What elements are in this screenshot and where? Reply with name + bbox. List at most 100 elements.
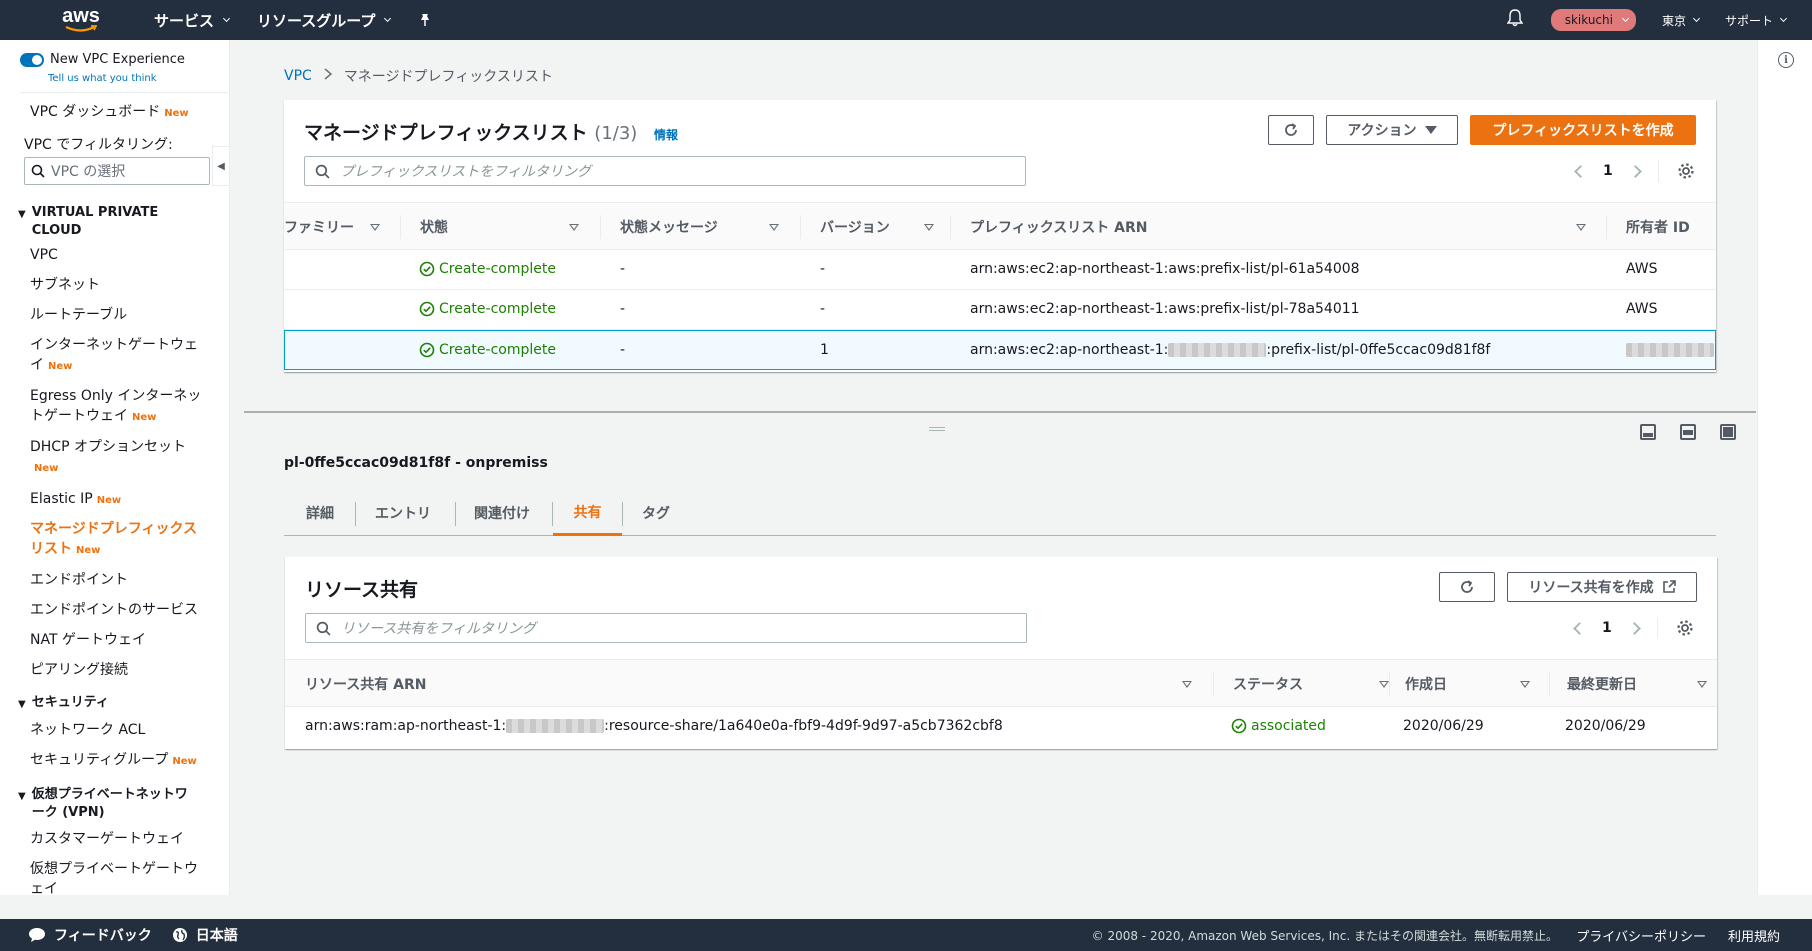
panel-full-icon[interactable] bbox=[1720, 424, 1736, 440]
feedback-label: フィードバック bbox=[54, 928, 152, 944]
sidebar: New VPC Experience Tell us what you thin… bbox=[0, 40, 230, 895]
account-menu[interactable]: skikuchi bbox=[1550, 9, 1636, 31]
drag-handle-icon[interactable] bbox=[929, 427, 945, 431]
feedback-link[interactable]: Tell us what you think bbox=[48, 73, 157, 84]
services-label: サービス bbox=[154, 11, 215, 30]
vpc-filter-placeholder: VPC の選択 bbox=[51, 164, 126, 180]
sidebar-item-elastic-ip[interactable]: Elastic IP New bbox=[30, 489, 220, 511]
sidebar-item-dashboard[interactable]: VPC ダッシュボード New bbox=[30, 102, 220, 124]
tab-tags[interactable]: タグ bbox=[642, 490, 670, 536]
sidebar-item-virtual-private-gateways[interactable]: 仮想プライベートゲートウェイ bbox=[30, 859, 205, 895]
refresh-button[interactable] bbox=[1268, 115, 1314, 145]
column-state-message[interactable]: 状態メッセージ bbox=[620, 203, 780, 251]
column-status[interactable]: ステータス bbox=[1233, 660, 1393, 708]
updated-date: 2020/06/29 bbox=[1565, 718, 1646, 734]
gear-icon[interactable] bbox=[1676, 619, 1694, 637]
column-owner-id[interactable]: 所有者 ID bbox=[1626, 203, 1716, 251]
section-security[interactable]: ▼ セキュリティ bbox=[18, 694, 109, 714]
sidebar-item-endpoint-services[interactable]: エンドポイントのサービス bbox=[30, 600, 220, 620]
column-prefix-list-arn[interactable]: プレフィックスリスト ARN bbox=[970, 203, 1590, 251]
chat-bubble-icon bbox=[29, 928, 45, 942]
new-experience-toggle[interactable] bbox=[20, 52, 44, 67]
split-panel-controls bbox=[1640, 424, 1736, 440]
search-icon bbox=[315, 164, 330, 179]
section-vpn[interactable]: ▼ 仮想プライベートネットワーク (VPN) bbox=[18, 786, 198, 822]
next-page-icon[interactable] bbox=[1628, 164, 1642, 178]
next-page-icon[interactable] bbox=[1627, 621, 1641, 635]
sidebar-item-dhcp-option-sets[interactable]: DHCP オプションセット New bbox=[30, 437, 200, 479]
support-menu[interactable]: サポート bbox=[1725, 12, 1788, 29]
tab-details[interactable]: 詳細 bbox=[306, 490, 334, 536]
sidebar-item-vpc[interactable]: VPC bbox=[30, 245, 220, 265]
current-page[interactable]: 1 bbox=[1603, 163, 1613, 179]
resource-share-panel: リソース共有 リソース共有を作成 リソース共有をフィルタリング 1 リソース共有… bbox=[285, 557, 1717, 749]
region-menu[interactable]: 東京 bbox=[1661, 12, 1701, 29]
sidebar-item-egress-only-gateways[interactable]: Egress Only インターネットゲートウェイ New bbox=[30, 386, 215, 428]
breadcrumb-vpc-link[interactable]: VPC bbox=[284, 68, 312, 84]
sidebar-item-route-tables[interactable]: ルートテーブル bbox=[30, 305, 220, 325]
refresh-button[interactable] bbox=[1439, 572, 1495, 602]
language-selector[interactable]: 日本語 bbox=[172, 925, 238, 945]
table-row-selected[interactable]: Create-complete - 1 arn:aws:ec2:ap-north… bbox=[284, 330, 1716, 370]
actions-button[interactable]: アクション bbox=[1326, 115, 1458, 145]
chevron-right-icon bbox=[324, 68, 332, 84]
create-resource-share-button[interactable]: リソース共有を作成 bbox=[1507, 572, 1697, 602]
page-title: マネージドプレフィックスリスト (1/3) 情報 bbox=[304, 118, 678, 145]
chevron-down-icon bbox=[222, 14, 231, 22]
sidebar-item-peering-connections[interactable]: ピアリング接続 bbox=[30, 660, 220, 680]
current-page[interactable]: 1 bbox=[1602, 620, 1612, 636]
column-version[interactable]: バージョン bbox=[820, 203, 940, 251]
info-icon[interactable]: i bbox=[1778, 52, 1794, 68]
sidebar-item-customer-gateways[interactable]: カスタマーゲートウェイ bbox=[30, 829, 220, 849]
check-circle-icon bbox=[419, 301, 435, 317]
split-panel-divider[interactable] bbox=[244, 411, 1756, 413]
bell-icon[interactable] bbox=[1506, 9, 1524, 31]
resource-groups-menu[interactable]: リソースグループ bbox=[257, 10, 392, 31]
collapse-sidebar-button[interactable]: ◀ bbox=[212, 146, 230, 186]
table-row[interactable]: Create-complete - - arn:aws:ec2:ap-north… bbox=[284, 290, 1716, 330]
tab-sharing[interactable]: 共有 bbox=[553, 490, 622, 536]
column-state[interactable]: 状態 bbox=[420, 203, 580, 251]
sort-icon bbox=[1182, 680, 1192, 688]
region-label: 東京 bbox=[1661, 13, 1686, 28]
pin-icon[interactable] bbox=[418, 13, 432, 27]
sidebar-item-network-acls[interactable]: ネットワーク ACL bbox=[30, 720, 220, 740]
previous-page-icon[interactable] bbox=[1574, 164, 1587, 178]
sidebar-item-internet-gateways[interactable]: インターネットゲートウェイ New bbox=[30, 335, 205, 377]
table-row[interactable]: Create-complete - - arn:aws:ec2:ap-north… bbox=[284, 250, 1716, 290]
table-row[interactable]: arn:aws:ram:ap-northeast-1::resource-sha… bbox=[285, 707, 1717, 747]
vpc-filter-label: VPC でフィルタリング: bbox=[24, 137, 173, 153]
vpc-filter-select[interactable]: VPC の選択 bbox=[24, 157, 210, 185]
create-prefix-list-button[interactable]: プレフィックスリストを作成 bbox=[1470, 115, 1696, 145]
section-vpc[interactable]: ▼ VIRTUAL PRIVATE CLOUD bbox=[18, 204, 208, 240]
sidebar-item-managed-prefix-lists[interactable]: マネージドプレフィックスリスト New bbox=[30, 519, 205, 561]
column-created[interactable]: 作成日 bbox=[1405, 660, 1535, 708]
terms-link[interactable]: 利用規約 bbox=[1728, 926, 1780, 945]
new-badge: New bbox=[34, 463, 59, 474]
prefix-list-search-input[interactable]: プレフィックスリストをフィルタリング bbox=[304, 156, 1026, 186]
tab-associations[interactable]: 関連付け bbox=[474, 490, 530, 536]
sidebar-item-endpoints[interactable]: エンドポイント bbox=[30, 570, 220, 590]
sidebar-item-subnets[interactable]: サブネット bbox=[30, 275, 220, 295]
services-menu[interactable]: サービス bbox=[154, 10, 231, 31]
column-last-updated[interactable]: 最終更新日 bbox=[1567, 660, 1707, 708]
aws-logo[interactable]: aws bbox=[60, 3, 102, 37]
tab-entries[interactable]: エントリ bbox=[375, 490, 431, 536]
pagination: 1 bbox=[1573, 617, 1694, 639]
privacy-policy-link[interactable]: プライバシーポリシー bbox=[1576, 926, 1706, 945]
sidebar-item-nat-gateways[interactable]: NAT ゲートウェイ bbox=[30, 630, 220, 650]
redacted-owner-id bbox=[1626, 343, 1714, 357]
status-badge: Create-complete bbox=[419, 301, 556, 317]
gear-icon[interactable] bbox=[1677, 162, 1695, 180]
info-link[interactable]: 情報 bbox=[654, 128, 678, 142]
column-resource-share-arn[interactable]: リソース共有 ARN bbox=[305, 660, 1192, 708]
sort-icon bbox=[769, 223, 779, 231]
sidebar-item-security-groups[interactable]: セキュリティグループ New bbox=[30, 750, 220, 772]
feedback-button[interactable]: フィードバック bbox=[28, 925, 152, 945]
panel-middle-icon[interactable] bbox=[1680, 424, 1696, 440]
resource-share-search-input[interactable]: リソース共有をフィルタリング bbox=[305, 613, 1027, 643]
panel-bottom-icon[interactable] bbox=[1640, 424, 1656, 440]
column-family[interactable]: ファミリー bbox=[284, 203, 394, 251]
divider bbox=[20, 92, 228, 93]
previous-page-icon[interactable] bbox=[1573, 621, 1586, 635]
